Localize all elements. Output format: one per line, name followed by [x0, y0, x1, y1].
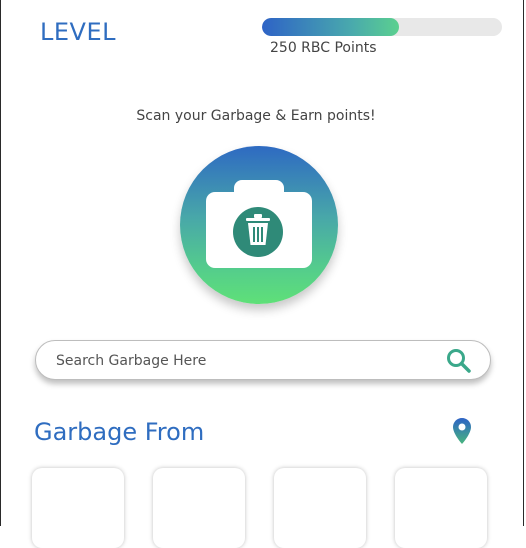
scan-garbage-button[interactable]: [180, 146, 338, 304]
search-input[interactable]: [54, 349, 438, 373]
location-pin-icon[interactable]: [453, 418, 471, 446]
garbage-source-card[interactable]: [274, 468, 366, 548]
garbage-from-title: Garbage From: [34, 418, 205, 446]
scan-caption: Scan your Garbage & Earn points!: [136, 108, 376, 124]
points-text: 250 RBC Points: [270, 40, 377, 56]
search-icon[interactable]: [446, 348, 472, 374]
garbage-source-card[interactable]: [153, 468, 245, 548]
garbage-source-card[interactable]: [32, 468, 124, 548]
search-bar[interactable]: [35, 340, 491, 380]
level-progress-fill: [262, 18, 399, 36]
level-progress-bar: [262, 18, 502, 36]
level-label: LEVEL: [40, 18, 116, 46]
camera-trash-icon: [206, 180, 312, 268]
garbage-source-card[interactable]: [395, 468, 487, 548]
